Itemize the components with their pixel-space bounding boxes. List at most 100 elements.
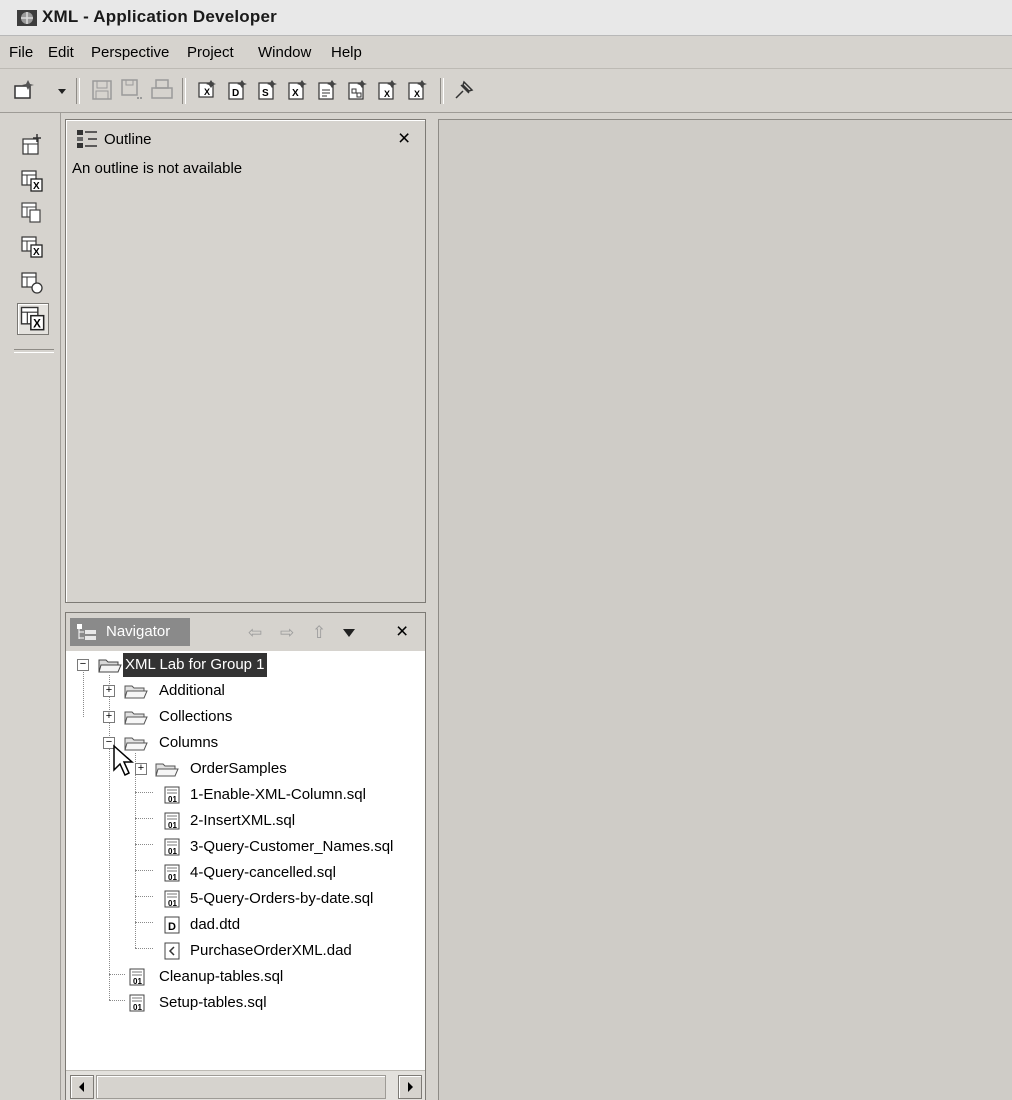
tree-item-file[interactable]: 01 2-InsertXML.sql <box>66 809 425 833</box>
open-project-folder-icon <box>98 659 122 673</box>
horizontal-scrollbar[interactable] <box>66 1070 425 1100</box>
menu-edit[interactable]: Edit <box>48 44 74 61</box>
outline-header: Outline × <box>68 122 423 154</box>
menu-help[interactable]: Help <box>331 44 362 61</box>
sql-file-icon: 01 <box>129 968 145 986</box>
xml-table-icon[interactable]: X <box>196 78 220 102</box>
sql-file-icon: 01 <box>129 994 145 1012</box>
up-arrow-icon[interactable]: ⇧ <box>312 624 326 641</box>
xml-mapping-icon[interactable] <box>346 78 370 102</box>
forward-arrow-icon[interactable]: ⇨ <box>280 624 294 641</box>
folder-icon <box>124 685 148 699</box>
sql-to-xml-icon[interactable]: X <box>406 78 430 102</box>
navigator-view: Navigator ⇦ ⇨ ⇧ × − XML Lab for Group 1 … <box>65 612 426 1100</box>
toolbar-separator <box>440 78 444 104</box>
navigator-icon <box>77 624 96 640</box>
navigator-title: Navigator <box>106 623 171 640</box>
tree-item-folder[interactable]: + Collections <box>66 705 425 729</box>
scroll-left-button[interactable] <box>70 1075 94 1099</box>
menu-perspective[interactable]: Perspective <box>91 44 169 61</box>
collapse-toggle[interactable]: − <box>77 659 89 671</box>
tree-item-label: OrderSamples <box>190 760 287 777</box>
svg-text:X: X <box>414 89 420 99</box>
outline-icon <box>77 130 97 148</box>
new-wizard-icon[interactable] <box>12 78 36 102</box>
tree-item-label: Columns <box>159 734 219 751</box>
menu-bar: File Edit Perspective Project Window Hel… <box>0 36 1012 69</box>
active-xml-perspective-button[interactable]: X <box>17 303 49 335</box>
tree-item-file[interactable]: 01 Cleanup-tables.sql <box>66 965 425 989</box>
scroll-right-button[interactable] <box>398 1075 422 1099</box>
toolbar-separator <box>76 78 80 104</box>
print-icon[interactable] <box>150 78 174 102</box>
expand-toggle[interactable]: + <box>135 763 147 775</box>
window-title: XML - Application Developer <box>42 7 277 26</box>
folder-icon <box>155 763 179 777</box>
outline-view: Outline × An outline is not available <box>65 119 426 603</box>
sql-file-icon: 01 <box>164 812 180 830</box>
open-perspective-icon[interactable] <box>20 133 44 157</box>
tree-item-folder[interactable]: + Additional <box>66 679 425 703</box>
svg-text:S: S <box>262 88 269 99</box>
sql-file-icon: 01 <box>164 838 180 856</box>
folder-icon <box>124 711 148 725</box>
tree-item-file[interactable]: PurchaseOrderXML.dad <box>66 939 425 963</box>
menu-window[interactable]: Window <box>258 44 311 61</box>
svg-text:X: X <box>33 317 41 330</box>
tree-item-file[interactable]: 01 4-Query-cancelled.sql <box>66 861 425 885</box>
tree-item-label: 5-Query-Orders-by-date.sql <box>190 890 374 907</box>
db-explorer-icon[interactable] <box>20 271 44 295</box>
xml-perspective-icon[interactable]: X <box>20 169 44 193</box>
navigator-close-icon[interactable]: × <box>396 621 408 642</box>
toolbar-separator <box>182 78 186 104</box>
shortcut-separator <box>14 349 54 353</box>
xml-table-perspective-icon[interactable]: X <box>20 235 44 259</box>
outline-close-icon[interactable]: × <box>398 128 410 149</box>
expand-toggle[interactable]: + <box>103 711 115 723</box>
title-bar: XML - Application Developer <box>0 0 1012 36</box>
tree-item-file[interactable]: 01 3-Query-Customer_Names.sql <box>66 835 425 859</box>
editor-area[interactable] <box>438 119 1012 1100</box>
xml-file-icon[interactable]: X <box>286 78 310 102</box>
perspective-shortcut-bar: X X X <box>0 113 61 1100</box>
tree-item-label: 2-InsertXML.sql <box>190 812 296 829</box>
scroll-left-arrow-icon <box>79 1082 84 1092</box>
save-all-icon[interactable] <box>120 78 144 102</box>
save-icon[interactable] <box>90 78 114 102</box>
tree-item-label: Additional <box>159 682 225 699</box>
tree-item-file[interactable]: 01 5-Query-Orders-by-date.sql <box>66 887 425 911</box>
sql-file-icon: 01 <box>164 786 180 804</box>
tree-item-project[interactable]: − XML Lab for Group 1 <box>66 653 425 677</box>
outline-title: Outline <box>104 131 152 148</box>
svg-text:D: D <box>232 88 239 99</box>
tree-item-file[interactable]: 01 Setup-tables.sql <box>66 991 425 1015</box>
scroll-thumb[interactable] <box>96 1075 386 1099</box>
svg-text:01: 01 <box>168 847 177 856</box>
tree-item-label: 4-Query-cancelled.sql <box>190 864 336 881</box>
xsl-file-icon[interactable] <box>316 78 340 102</box>
menu-project[interactable]: Project <box>187 44 234 61</box>
mouse-cursor-icon <box>113 744 134 777</box>
data-perspective-icon[interactable] <box>20 201 44 225</box>
tree-item-label: 3-Query-Customer_Names.sql <box>190 838 394 855</box>
xml-to-sql-icon[interactable]: X <box>376 78 400 102</box>
navigator-tree: − XML Lab for Group 1 + Additional + Col… <box>66 651 425 1069</box>
xsd-file-icon[interactable]: S <box>256 78 280 102</box>
svg-text:D: D <box>168 921 176 933</box>
toolbar: X D S X X X <box>0 70 1012 113</box>
back-arrow-icon[interactable]: ⇦ <box>248 624 262 641</box>
tree-item-label: 1-Enable-XML-Column.sql <box>190 786 366 803</box>
dtd-file-icon[interactable]: D <box>226 78 250 102</box>
dropdown-arrow-icon[interactable] <box>56 78 68 102</box>
menu-file[interactable]: File <box>9 44 33 61</box>
sql-file-icon: 01 <box>164 890 180 908</box>
view-menu-icon[interactable] <box>342 628 356 638</box>
app-globe-icon[interactable] <box>16 7 38 29</box>
active-xml-perspective-icon: X <box>20 306 45 331</box>
tree-item-file[interactable]: D dad.dtd <box>66 913 425 937</box>
svg-text:01: 01 <box>168 899 177 908</box>
svg-text:01: 01 <box>168 795 177 804</box>
pin-icon[interactable] <box>452 78 476 102</box>
tree-item-file[interactable]: 01 1-Enable-XML-Column.sql <box>66 783 425 807</box>
expand-toggle[interactable]: + <box>103 685 115 697</box>
